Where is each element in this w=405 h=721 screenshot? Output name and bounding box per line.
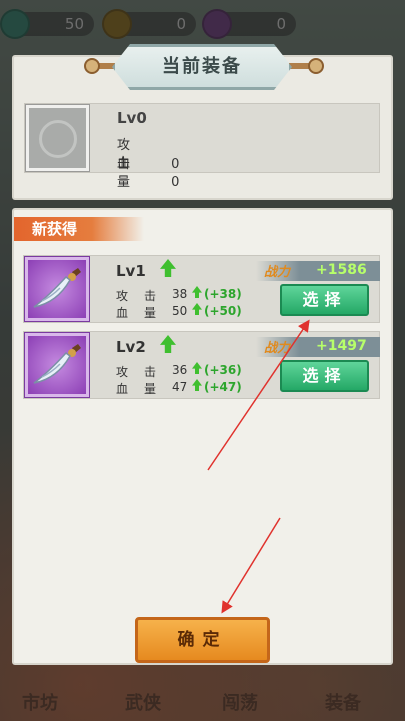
item-1-hp-value: 50: [172, 304, 188, 318]
attack-up-arrow-icon: [192, 362, 202, 374]
item-1-select-button[interactable]: 选择: [280, 284, 369, 316]
nav-heroes[interactable]: 武侠: [125, 689, 161, 715]
item-2-hp-label: 血量: [116, 382, 173, 396]
item-1-attack-value: 38: [172, 287, 188, 301]
item-1-attack-label: 攻击: [116, 289, 173, 303]
hp-up-arrow-icon: [192, 303, 202, 315]
item-row-2: Lv2 攻击 36 (+36) 血量 47 (+47) 战力 +1497 选择: [23, 331, 380, 399]
current-hp-line: 血量 0: [117, 152, 179, 190]
item-1-hp-bonus: (+50): [204, 304, 242, 318]
confirm-button[interactable]: 确定: [135, 617, 270, 663]
hp-up-arrow-icon: [192, 379, 202, 391]
item-2-attack-bonus: (+36): [204, 363, 242, 377]
item-2-hp-value: 47: [172, 380, 188, 394]
empty-slot-icon: [26, 105, 89, 171]
curved-blade-icon: [25, 257, 89, 321]
panel-title: 当前装备: [112, 44, 292, 90]
item-2-level: Lv2: [116, 338, 146, 356]
current-level: Lv0: [117, 109, 147, 127]
scroll-knob-left: [84, 58, 100, 74]
item-2-attack-value: 36: [172, 363, 188, 377]
current-hp-label: 血量: [117, 156, 149, 190]
curved-blade-icon: [25, 333, 89, 397]
new-obtained-tag: 新获得: [14, 217, 144, 241]
bottom-nav: 市坊 武侠 闯荡 装备: [0, 675, 405, 721]
nav-adventure[interactable]: 闯荡: [222, 689, 258, 715]
current-equipment-row: Lv0 攻击 0 血量 0: [24, 103, 380, 190]
item-row-1: Lv1 攻击 38 (+38) 血量 50 (+50) 战力 +1586 选择: [23, 255, 380, 323]
item-2-attack-label: 攻击: [116, 365, 173, 379]
level-up-arrow-icon: [160, 259, 176, 277]
nav-equipment[interactable]: 装备: [325, 689, 361, 715]
item-2-hp-bonus: (+47): [204, 380, 242, 394]
level-up-arrow-icon: [160, 335, 176, 353]
item-1-attack-bonus: (+38): [204, 287, 242, 301]
current-hp-value: 0: [171, 175, 180, 190]
attack-up-arrow-icon: [192, 286, 202, 298]
item-2-power-label: 战力: [264, 341, 291, 356]
scroll-knob-right: [308, 58, 324, 74]
item-1-power-value: +1586: [316, 262, 367, 278]
item-2-select-button[interactable]: 选择: [280, 360, 369, 392]
item-1-power-label: 战力: [264, 265, 291, 280]
item-2-power-value: +1497: [316, 338, 367, 354]
nav-market[interactable]: 市坊: [22, 689, 58, 715]
item-1-level: Lv1: [116, 262, 146, 280]
item-1-hp-label: 血量: [116, 306, 173, 320]
